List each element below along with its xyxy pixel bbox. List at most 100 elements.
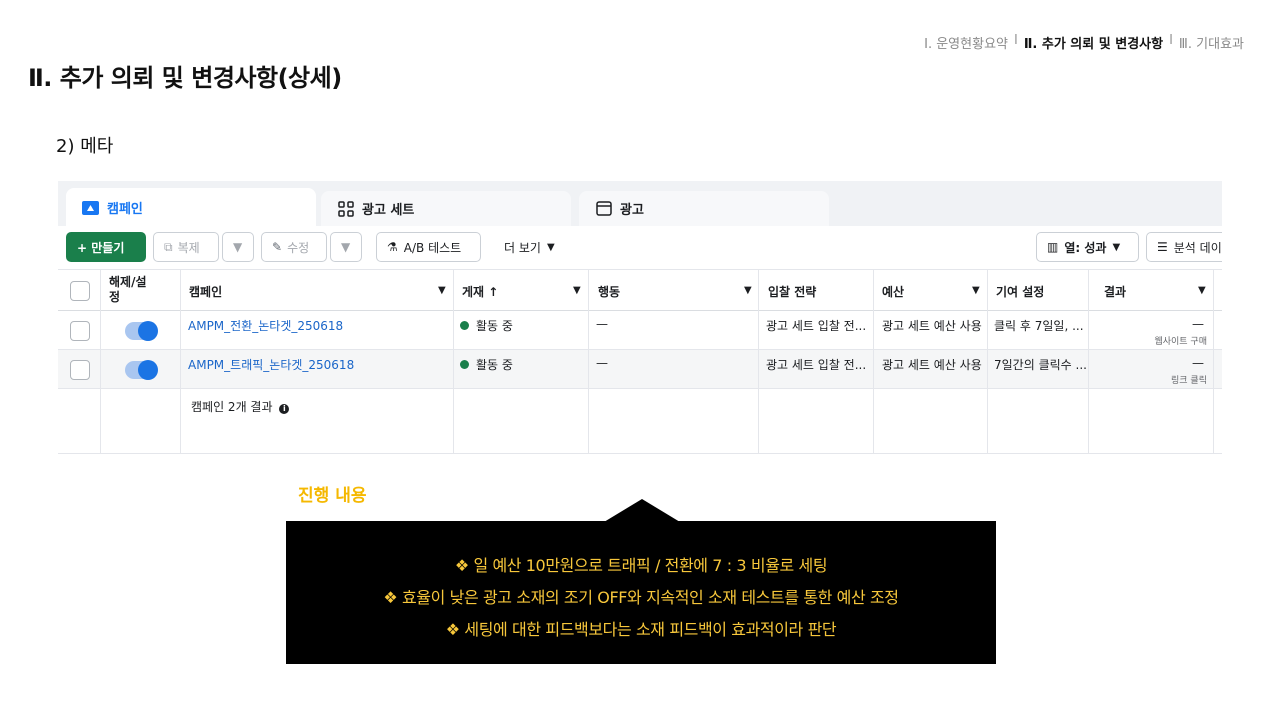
- status-dot: [460, 321, 469, 330]
- edit-label: 수정: [287, 240, 310, 255]
- caret-down-icon: ▼: [1112, 241, 1121, 253]
- row-checkbox[interactable]: [70, 360, 90, 380]
- top-navigation: Ⅰ. 운영현황요약 I Ⅱ. 추가 의뢰 및 변경사항 I Ⅲ. 기대효과: [924, 33, 1244, 52]
- grid-icon: [337, 200, 354, 217]
- table-header-row: 해제/설정 캠페인 ▼ 게재 ↑ ▼ 행동 ▼ 입찰 전략 예산 ▼ 기여 설정…: [58, 269, 1222, 311]
- column-divider: [180, 269, 181, 453]
- column-divider: [453, 269, 454, 453]
- callout-line: ❖ 일 예산 10만원으로 트래픽 / 전환에 7 : 3 비율로 세팅: [454, 556, 828, 575]
- result-value: —: [1192, 317, 1204, 331]
- flask-icon: ⚗: [387, 240, 398, 254]
- tab-ads[interactable]: 광고: [579, 191, 829, 226]
- caret-down-icon: ▼: [233, 240, 243, 254]
- duplicate-dropdown-button[interactable]: ▼: [222, 232, 254, 262]
- ab-test-button[interactable]: ⚗ A/B 테스트: [376, 232, 481, 262]
- bid-strategy-value: 광고 세트 입찰 전...: [766, 319, 867, 333]
- column-divider: [588, 269, 589, 453]
- budget-value: 광고 세트 예산 사용: [882, 319, 982, 333]
- attribution-value: 클릭 후 7일일, ...: [994, 319, 1084, 333]
- caret-down-icon: ▼: [546, 241, 555, 253]
- info-icon[interactable]: i: [279, 404, 290, 414]
- delivery-status-label: 활동 중: [476, 358, 513, 372]
- caret-down-icon[interactable]: ▼: [744, 285, 752, 296]
- bid-strategy-value: 광고 세트 입찰 전...: [766, 358, 867, 372]
- progress-title: 진행 내용: [298, 486, 367, 506]
- delivery-status: 활동 중: [460, 317, 513, 334]
- campaign-name-link[interactable]: AMPM_전환_논타겟_250618: [188, 317, 343, 334]
- window-icon: [595, 200, 612, 217]
- columns-button[interactable]: ▥ 열: 성과 ▼: [1036, 232, 1139, 262]
- folder-icon: [82, 199, 99, 216]
- header-actions[interactable]: 행동: [598, 283, 620, 300]
- result-value: —: [1192, 356, 1204, 370]
- status-dot: [460, 360, 469, 369]
- duplicate-button[interactable]: ⧉ 복제: [153, 232, 219, 262]
- header-bid-strategy[interactable]: 입찰 전략: [768, 283, 816, 300]
- duplicate-label: 복제: [177, 240, 200, 255]
- column-divider: [758, 269, 759, 453]
- copy-icon: ⧉: [164, 239, 173, 254]
- column-divider: [987, 269, 988, 453]
- select-all-checkbox[interactable]: [70, 281, 90, 301]
- caret-down-icon[interactable]: ▼: [1198, 285, 1206, 296]
- campaign-toggle[interactable]: [125, 321, 158, 341]
- tab-ad-sets-label: 광고 세트: [362, 203, 415, 218]
- column-divider: [100, 269, 101, 453]
- nav-item-changes[interactable]: Ⅱ. 추가 의뢰 및 변경사항: [1024, 33, 1163, 52]
- tab-campaigns[interactable]: 캠페인: [66, 188, 316, 226]
- results-summary: 캠페인 2개 결과 i: [191, 398, 290, 415]
- caret-down-icon[interactable]: ▼: [573, 285, 581, 296]
- header-attribution[interactable]: 기여 설정: [996, 283, 1044, 300]
- table-row[interactable]: AMPM_트래픽_논타겟_250618 활동 중 — 광고 세트 입찰 전...…: [58, 350, 1222, 389]
- campaign-name-link[interactable]: AMPM_트래픽_논타겟_250618: [188, 356, 354, 373]
- delivery-status-label: 활동 중: [476, 319, 513, 333]
- tab-ads-label: 광고: [620, 203, 644, 218]
- ab-test-label: A/B 테스트: [403, 240, 462, 255]
- breakdown-label: 분석 데이: [1173, 240, 1222, 255]
- column-divider: [1088, 269, 1089, 453]
- actions-value: —: [596, 356, 608, 370]
- create-button[interactable]: + 만들기: [66, 232, 146, 262]
- nav-item-effects[interactable]: Ⅲ. 기대효과: [1179, 33, 1244, 52]
- tab-campaigns-label: 캠페인: [107, 201, 143, 217]
- result-type: 링크 클릭: [1171, 376, 1207, 386]
- callout-line: ❖ 세팅에 대한 피드백보다는 소재 피드백이 효과적이라 판단: [445, 620, 837, 639]
- ads-manager-panel: 캠페인 광고 세트 광고 + 만들기 ⧉ 복제 ▼ ✎ 수정 ▼ ⚗ A/B 테…: [58, 181, 1222, 454]
- pencil-icon: ✎: [272, 240, 283, 254]
- section-subtitle: 2) 메타: [56, 136, 114, 157]
- actions-value: —: [596, 317, 608, 331]
- campaign-table: 해제/설정 캠페인 ▼ 게재 ↑ ▼ 행동 ▼ 입찰 전략 예산 ▼ 기여 설정…: [58, 269, 1222, 453]
- campaign-toggle[interactable]: [125, 360, 158, 380]
- callout-line: ❖ 효율이 낮은 광고 소재의 조기 OFF와 지속적인 소재 테스트를 통한 …: [383, 588, 899, 607]
- result-type: 웹사이트 구매: [1154, 337, 1207, 347]
- caret-down-icon: ▼: [341, 240, 351, 254]
- header-budget[interactable]: 예산: [882, 283, 904, 300]
- edit-button[interactable]: ✎ 수정: [261, 232, 327, 262]
- results-summary-label: 캠페인 2개 결과: [191, 400, 273, 414]
- nav-separator: I: [1013, 33, 1018, 48]
- attribution-value: 7일간의 클릭수 ...: [994, 358, 1087, 372]
- row-checkbox[interactable]: [70, 321, 90, 341]
- more-button[interactable]: 더 보기 ▼: [494, 232, 565, 262]
- caret-down-icon[interactable]: ▼: [972, 285, 980, 296]
- header-onoff[interactable]: 해제/설정: [109, 275, 157, 305]
- budget-value: 광고 세트 예산 사용: [882, 358, 982, 372]
- nav-separator: I: [1169, 33, 1173, 48]
- table-row[interactable]: AMPM_전환_논타겟_250618 활동 중 — 광고 세트 입찰 전... …: [58, 311, 1222, 350]
- breakdown-icon: ☰: [1157, 240, 1168, 254]
- header-delivery[interactable]: 게재 ↑: [462, 283, 498, 300]
- nav-item-summary[interactable]: Ⅰ. 운영현황요약: [924, 33, 1008, 52]
- toolbar: + 만들기 ⧉ 복제 ▼ ✎ 수정 ▼ ⚗ A/B 테스트 더 보기 ▼ ▥ 열…: [58, 226, 1222, 268]
- page-title: Ⅱ. 추가 의뢰 및 변경사항(상세): [28, 64, 342, 92]
- header-campaign[interactable]: 캠페인: [189, 283, 222, 300]
- caret-down-icon[interactable]: ▼: [438, 285, 446, 296]
- tab-ad-sets[interactable]: 광고 세트: [321, 191, 571, 226]
- edit-dropdown-button[interactable]: ▼: [330, 232, 362, 262]
- callout-arrow: [604, 499, 680, 522]
- progress-callout-box: ❖ 일 예산 10만원으로 트래픽 / 전환에 7 : 3 비율로 세팅 ❖ 효…: [286, 521, 996, 664]
- more-label: 더 보기: [504, 240, 541, 255]
- breakdown-button[interactable]: ☰ 분석 데이: [1146, 232, 1222, 262]
- header-results[interactable]: 결과: [1104, 283, 1126, 300]
- delivery-status: 활동 중: [460, 356, 513, 373]
- header-delivery-label: 게재 ↑: [462, 285, 499, 299]
